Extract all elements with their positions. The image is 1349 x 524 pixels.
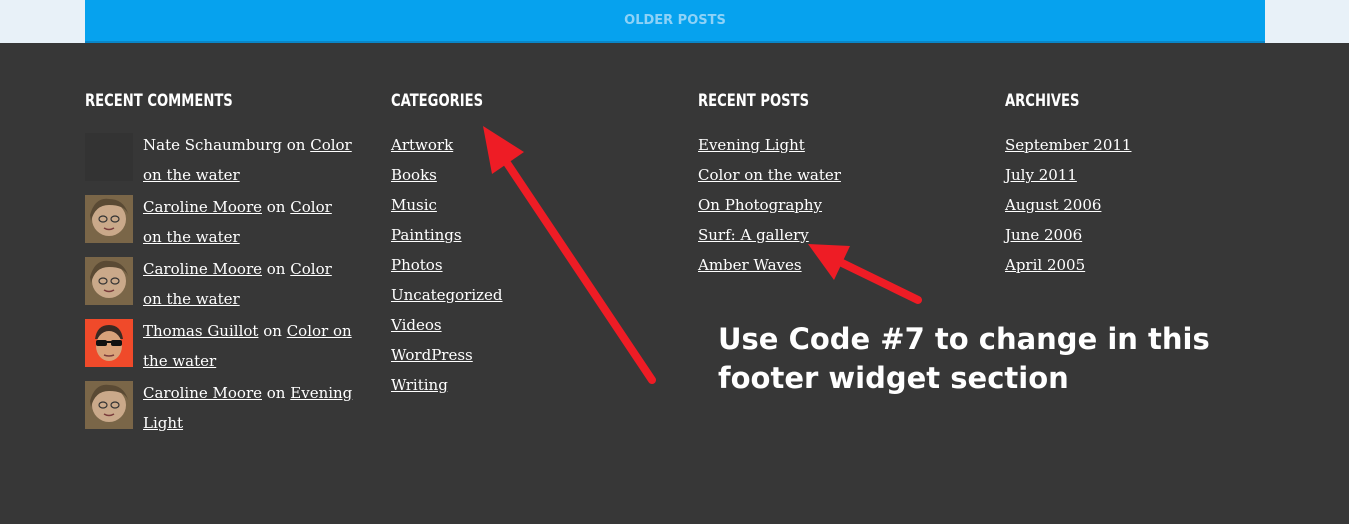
comment-item: Caroline Moore on Evening Light: [85, 378, 365, 438]
woman-avatar: [85, 195, 133, 243]
woman-avatar: [85, 381, 133, 429]
category-link[interactable]: Uncategorized: [391, 286, 503, 304]
man-sunglasses-avatar: [85, 319, 133, 367]
archive-link[interactable]: June 2006: [1005, 226, 1082, 244]
comment-on-label: on: [266, 198, 286, 216]
comment-item: Nate Schaumburg on Color on the water: [85, 130, 365, 190]
archive-link[interactable]: August 2006: [1005, 196, 1101, 214]
archive-link[interactable]: April 2005: [1005, 256, 1085, 274]
category-link[interactable]: Writing: [391, 376, 448, 394]
comment-on-label: on: [263, 322, 282, 340]
woman-avatar: [85, 257, 133, 305]
comment-on-label: on: [266, 384, 286, 402]
archive-link[interactable]: July 2011: [1005, 166, 1077, 184]
recent-posts-widget: RECENT POSTS Evening Light Color on the …: [698, 90, 978, 280]
comment-author-link[interactable]: Caroline Moore: [143, 198, 262, 216]
comment-item: Caroline Moore on Color on the water: [85, 192, 365, 252]
category-link[interactable]: Books: [391, 166, 437, 184]
annotation-line-2: footer widget section: [718, 361, 1069, 395]
archive-link[interactable]: September 2011: [1005, 136, 1131, 154]
comment-author: Nate Schaumburg: [143, 136, 282, 154]
comment-on-label: on: [286, 136, 306, 154]
comment-item: Thomas Guillot on Color on the water: [85, 316, 365, 376]
comment-author-link[interactable]: Caroline Moore: [143, 260, 262, 278]
category-link[interactable]: Music: [391, 196, 437, 214]
recent-post-link[interactable]: Evening Light: [698, 136, 805, 154]
older-posts-button[interactable]: OLDER POSTS: [85, 0, 1265, 43]
recent-post-link[interactable]: Surf: A gallery: [698, 226, 809, 244]
blank-avatar: [85, 133, 133, 181]
categories-widget: CATEGORIES Artwork Books Music Paintings…: [391, 90, 671, 400]
archives-widget: ARCHIVES September 2011 July 2011 August…: [1005, 90, 1285, 280]
category-link[interactable]: Artwork: [391, 136, 453, 154]
recent-posts-heading: RECENT POSTS: [698, 91, 810, 111]
comment-author-link[interactable]: Thomas Guillot: [143, 322, 258, 340]
recent-post-link[interactable]: Color on the water: [698, 166, 841, 184]
recent-post-link[interactable]: On Photography: [698, 196, 822, 214]
recent-comments-heading: RECENT COMMENTS: [85, 91, 233, 111]
category-link[interactable]: Photos: [391, 256, 443, 274]
category-link[interactable]: WordPress: [391, 346, 473, 364]
category-link[interactable]: Videos: [391, 316, 442, 334]
comment-on-label: on: [266, 260, 286, 278]
annotation-line-1: Use Code #7 to change in this: [718, 322, 1210, 356]
recent-post-link[interactable]: Amber Waves: [698, 256, 802, 274]
footer: RECENT COMMENTS Nate Schaumburg on Color…: [0, 44, 1349, 524]
categories-heading: CATEGORIES: [391, 91, 484, 111]
recent-comments-widget: RECENT COMMENTS Nate Schaumburg on Color…: [85, 90, 365, 438]
comment-author-link[interactable]: Caroline Moore: [143, 384, 262, 402]
archives-heading: ARCHIVES: [1005, 91, 1080, 111]
comment-item: Caroline Moore on Color on the water: [85, 254, 365, 314]
annotation-text: Use Code #7 to change in this footer wid…: [718, 320, 1238, 398]
category-link[interactable]: Paintings: [391, 226, 462, 244]
